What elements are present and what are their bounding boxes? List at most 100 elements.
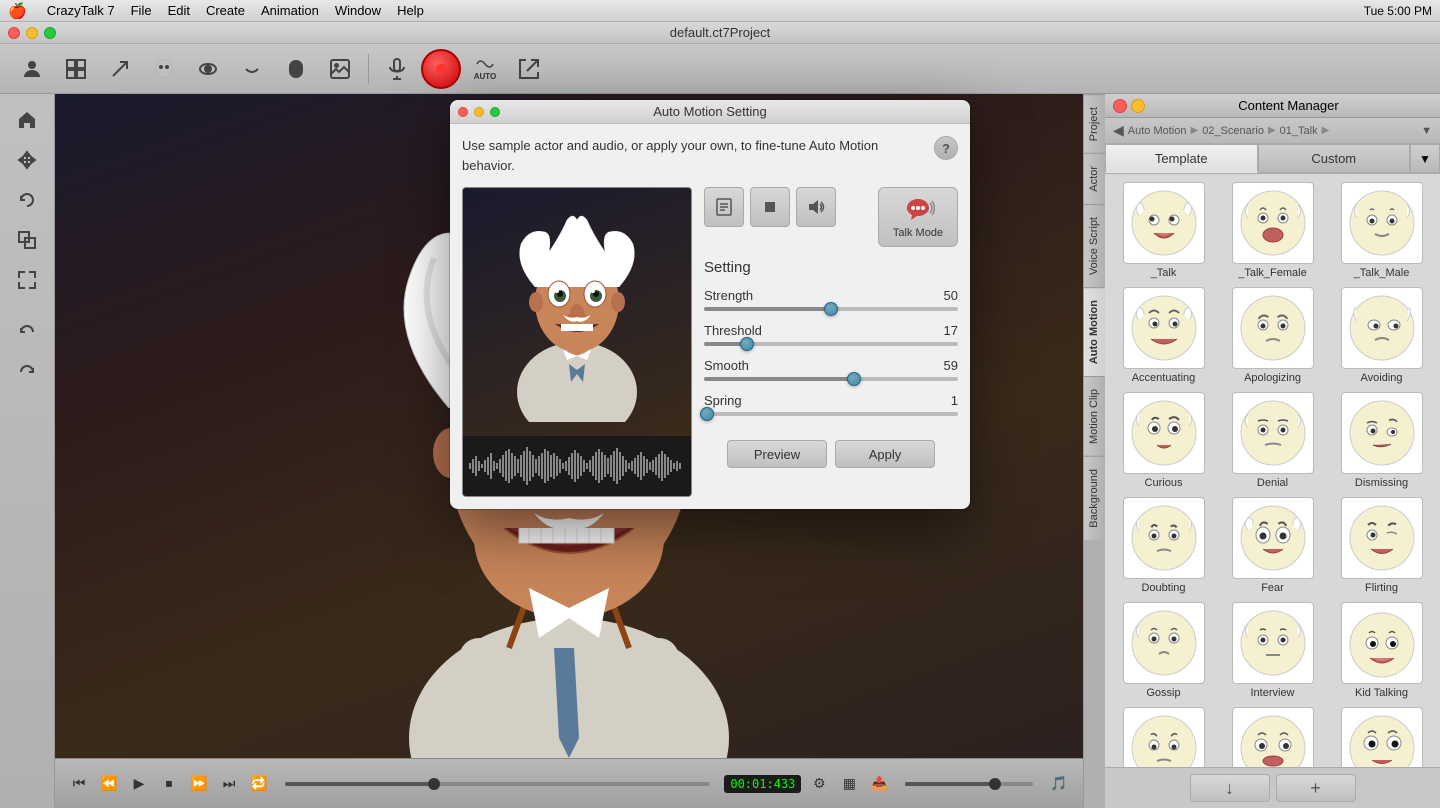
fit-tool[interactable] [9, 262, 45, 298]
cm-item-denial[interactable]: Denial [1222, 392, 1323, 489]
cm-add-btn[interactable]: + [1276, 774, 1356, 802]
redo-tool[interactable] [9, 354, 45, 390]
record-btn[interactable] [421, 49, 461, 89]
minimize-button[interactable] [26, 27, 38, 39]
dialog-close-btn[interactable] [458, 107, 468, 117]
apply-button[interactable]: Apply [835, 440, 935, 468]
rotate-tool[interactable] [9, 182, 45, 218]
cm-item-curious[interactable]: Curious [1113, 392, 1214, 489]
threshold-track[interactable] [704, 342, 958, 346]
spring-thumb[interactable] [700, 407, 714, 421]
cm-item-row6b[interactable] [1222, 707, 1323, 767]
cm-thumb-fear[interactable] [1232, 497, 1314, 579]
cm-thumb-talk[interactable] [1123, 182, 1205, 264]
cm-item-kid-talking[interactable]: Kid Talking [1331, 602, 1432, 699]
cm-thumb-apologizing[interactable] [1232, 287, 1314, 369]
mouth-tool-btn[interactable] [232, 49, 272, 89]
cm-thumb-interview[interactable] [1232, 602, 1314, 684]
breadcrumb-auto-motion[interactable]: Auto Motion [1128, 125, 1187, 137]
cm-thumb-row6b[interactable] [1232, 707, 1314, 767]
vtab-auto-motion[interactable]: Auto Motion [1084, 287, 1105, 376]
zoom-track[interactable] [905, 782, 1033, 786]
cm-item-flirting[interactable]: Flirting [1331, 497, 1432, 594]
timeline-play[interactable]: ▶ [127, 772, 151, 796]
vtab-voice-script[interactable]: Voice Script [1084, 204, 1105, 287]
vtab-background[interactable]: Background [1084, 456, 1105, 540]
cm-thumb-talk-male[interactable] [1341, 182, 1423, 264]
vtab-project[interactable]: Project [1084, 94, 1105, 153]
preview-button[interactable]: Preview [727, 440, 827, 468]
cm-item-talk[interactable]: _Talk [1113, 182, 1214, 279]
cm-item-interview[interactable]: Interview [1222, 602, 1323, 699]
home-tool[interactable] [9, 102, 45, 138]
cm-item-gossip[interactable]: Gossip [1113, 602, 1214, 699]
grid-tool-btn[interactable] [56, 49, 96, 89]
cm-item-row6a[interactable] [1113, 707, 1214, 767]
eye-tool-btn[interactable] [188, 49, 228, 89]
timeline-forward[interactable]: ⏩ [187, 772, 211, 796]
timeline-loop[interactable]: 🔁 [247, 772, 271, 796]
profile-tool-btn[interactable] [276, 49, 316, 89]
timeline-back-start[interactable]: ⏮ [67, 772, 91, 796]
cm-thumb-row6a[interactable] [1123, 707, 1205, 767]
strength-thumb[interactable] [824, 302, 838, 316]
audio-icon[interactable]: 🎵 [1047, 772, 1071, 796]
image-tool-btn[interactable] [320, 49, 360, 89]
record-audio-btn[interactable] [377, 49, 417, 89]
menu-create[interactable]: Create [206, 3, 245, 18]
cm-item-accentuating[interactable]: Accentuating [1113, 287, 1214, 384]
dialog-max-btn[interactable] [490, 107, 500, 117]
timeline-clips[interactable]: ▦ [837, 772, 861, 796]
menu-appname[interactable]: CrazyTalk 7 [47, 3, 115, 18]
cm-thumb-row6c[interactable] [1341, 707, 1423, 767]
timeline-export[interactable]: 📤 [867, 772, 891, 796]
cm-thumb-flirting[interactable] [1341, 497, 1423, 579]
export-btn[interactable] [509, 49, 549, 89]
spring-track[interactable] [704, 412, 958, 416]
cm-thumb-avoiding[interactable] [1341, 287, 1423, 369]
tab-custom[interactable]: Custom [1258, 144, 1411, 173]
menu-help[interactable]: Help [397, 3, 424, 18]
cm-thumb-doubting[interactable] [1123, 497, 1205, 579]
timeline-back[interactable]: ⏪ [97, 772, 121, 796]
cm-thumb-dismissing[interactable] [1341, 392, 1423, 474]
apple-menu[interactable]: 🍎 [8, 2, 27, 20]
cm-thumb-denial[interactable] [1232, 392, 1314, 474]
strength-track[interactable] [704, 307, 958, 311]
dialog-help-btn[interactable]: ? [934, 136, 958, 160]
timeline-forward-end[interactable]: ⏭ [217, 772, 241, 796]
vtab-actor[interactable]: Actor [1084, 153, 1105, 204]
actor-tool-btn[interactable] [12, 49, 52, 89]
menu-file[interactable]: File [131, 3, 152, 18]
cm-thumb-talk-female[interactable] [1232, 182, 1314, 264]
cm-thumb-accentuating[interactable] [1123, 287, 1205, 369]
cm-item-row6c[interactable] [1331, 707, 1432, 767]
audio-stop-btn[interactable] [750, 187, 790, 227]
auto-mode-btn[interactable]: AUTO [465, 49, 505, 89]
menu-window[interactable]: Window [335, 3, 381, 18]
breadcrumb-talk[interactable]: 01_Talk [1280, 125, 1318, 137]
cm-item-dismissing[interactable]: Dismissing [1331, 392, 1432, 489]
audio-file-btn[interactable] [704, 187, 744, 227]
cm-thumb-curious[interactable] [1123, 392, 1205, 474]
cm-thumb-kid-talking[interactable] [1341, 602, 1423, 684]
timeline-track[interactable] [285, 782, 710, 786]
timeline-settings[interactable]: ⚙ [807, 772, 831, 796]
motion-tool-btn[interactable] [100, 49, 140, 89]
threshold-thumb[interactable] [740, 337, 754, 351]
cm-item-talk-male[interactable]: _Talk_Male [1331, 182, 1432, 279]
close-button[interactable] [8, 27, 20, 39]
move-tool[interactable] [9, 142, 45, 178]
maximize-button[interactable] [44, 27, 56, 39]
cm-item-avoiding[interactable]: Avoiding [1331, 287, 1432, 384]
timeline-stop[interactable]: ⏹ [157, 772, 181, 796]
scale-tool[interactable] [9, 222, 45, 258]
cm-item-doubting[interactable]: Doubting [1113, 497, 1214, 594]
audio-speaker-btn[interactable] [796, 187, 836, 227]
cm-item-apologizing[interactable]: Apologizing [1222, 287, 1323, 384]
auto-motion-dialog[interactable]: Auto Motion Setting Use sample actor and… [450, 100, 970, 509]
talk-mode-btn[interactable]: Talk Mode [878, 187, 958, 247]
tab-dropdown[interactable]: ▼ [1410, 144, 1440, 173]
menu-edit[interactable]: Edit [168, 3, 190, 18]
dialog-min-btn[interactable] [474, 107, 484, 117]
